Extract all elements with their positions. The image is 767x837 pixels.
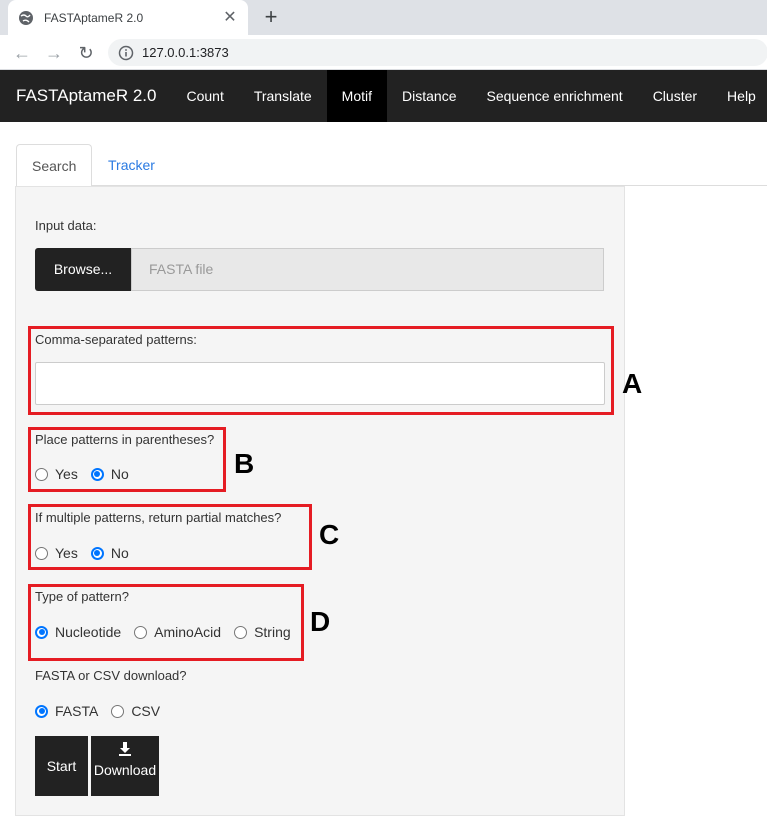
tab-tracker[interactable]: Tracker (93, 144, 170, 186)
file-name-field[interactable]: FASTA file (131, 248, 604, 291)
tab-search[interactable]: Search (16, 144, 93, 187)
highlight-box-c (28, 504, 312, 570)
panel-tabs: Search Tracker (16, 144, 767, 187)
nav-item-count[interactable]: Count (171, 70, 238, 122)
download-button[interactable]: Download (91, 736, 159, 796)
nav-item-cluster[interactable]: Cluster (638, 70, 712, 122)
highlight-box-a (28, 326, 614, 415)
annotation-c: C (319, 519, 340, 550)
info-icon (118, 45, 134, 60)
input-data-label: Input data: (35, 218, 97, 233)
close-tab-icon[interactable]: ✕ (222, 9, 238, 26)
browser-tab-title: FASTAptameR 2.0 (44, 10, 144, 25)
download-label: Download (93, 762, 157, 778)
nav-item-help[interactable]: Help (712, 70, 767, 122)
browse-button[interactable]: Browse... (35, 248, 131, 291)
start-button[interactable]: Start (35, 736, 88, 796)
csv-option[interactable]: CSV (111, 703, 160, 719)
download-format-label: FASTA or CSV download? (35, 668, 187, 683)
forward-icon[interactable]: → (42, 41, 66, 65)
new-tab-icon[interactable]: + (259, 5, 283, 29)
annotation-d: D (310, 606, 331, 637)
radio-button-selected[interactable] (35, 704, 48, 718)
highlight-box-b (28, 427, 226, 492)
nav-item-motif[interactable]: Motif (326, 70, 388, 122)
fasta-option[interactable]: FASTA (35, 703, 98, 719)
annotation-b: B (234, 448, 255, 479)
radio-button[interactable] (111, 704, 125, 718)
highlight-box-d (28, 584, 304, 661)
annotation-a: A (622, 368, 643, 399)
nav-item-distance[interactable]: Distance (387, 70, 471, 122)
nav-item-translate[interactable]: Translate (239, 70, 327, 122)
globe-icon (19, 10, 33, 25)
browser-tab[interactable]: FASTAptameR 2.0 ✕ (8, 0, 248, 35)
option-label: FASTA (55, 703, 99, 719)
reload-icon[interactable]: ↻ (74, 41, 98, 65)
url-text: 127.0.0.1:3873 (142, 45, 229, 60)
nav-item-sequence-enrichment[interactable]: Sequence enrichment (471, 70, 637, 122)
address-bar: ← → ↻ 127.0.0.1:3873 (0, 35, 767, 70)
browser-tabstrip: FASTAptameR 2.0 ✕ + (0, 0, 767, 35)
download-icon (119, 742, 131, 756)
navbar-brand[interactable]: FASTAptameR 2.0 (0, 86, 171, 106)
back-icon[interactable]: ← (10, 41, 34, 65)
omnibox[interactable]: 127.0.0.1:3873 (108, 39, 767, 66)
option-label: CSV (131, 703, 161, 719)
download-format-radio-group: FASTA CSV (35, 703, 173, 719)
navbar: FASTAptameR 2.0 Count Translate Motif Di… (0, 70, 767, 122)
